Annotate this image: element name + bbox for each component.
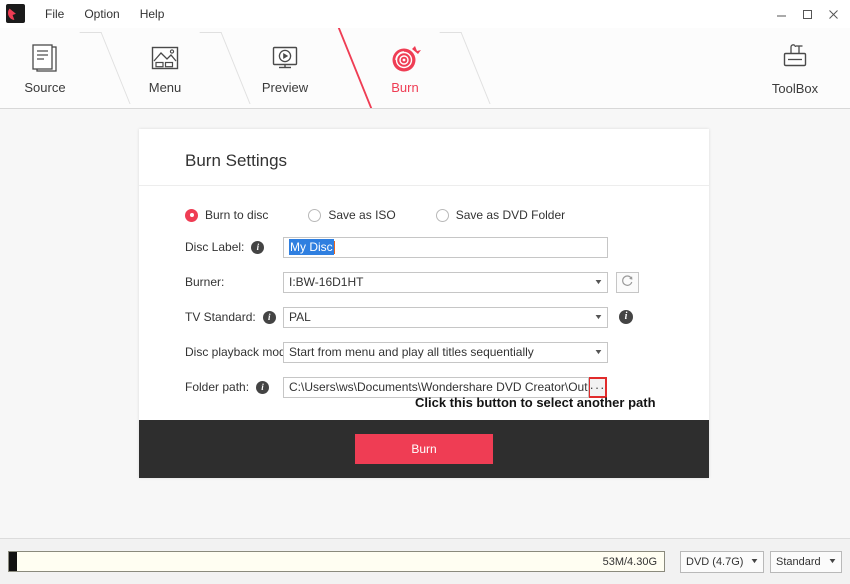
step-menu-label: Menu [148, 80, 182, 95]
chevron-down-icon: ▼ [750, 558, 760, 565]
burning-disc-icon [388, 41, 422, 75]
chevron-down-icon: ▼ [593, 313, 604, 321]
chevron-down-icon: ▼ [827, 558, 838, 565]
radio-save-as-iso[interactable]: Save as ISO [308, 208, 396, 222]
quality-value: Standard [776, 555, 821, 568]
radio-burn-to-disc-label: Burn to disc [205, 208, 269, 222]
toolbox-label: ToolBox [771, 81, 819, 96]
maximize-icon[interactable] [794, 2, 820, 26]
radio-save-as-iso-label: Save as ISO [328, 208, 396, 222]
disc-type-value: DVD (4.7G) [686, 555, 744, 568]
step-preview-label: Preview [261, 80, 309, 95]
burner-label-group: Burner: [185, 275, 283, 289]
radio-save-as-dvd-folder-label: Save as DVD Folder [455, 208, 566, 222]
toolbox-icon [778, 40, 812, 75]
settings-form: Burn to disc Save as ISO Save as DVD Fol… [139, 186, 709, 420]
disc-label-input[interactable]: My Disc [283, 236, 608, 258]
burner-select[interactable]: I:BW-16D1HT ▼ [283, 271, 608, 293]
disc-type-select[interactable]: DVD (4.7G) ▼ [680, 550, 764, 573]
annotation-text: Click this button to select another path [415, 395, 656, 410]
menu-help[interactable]: Help [130, 4, 175, 24]
chevron-down-icon: ▼ [593, 348, 604, 356]
step-separator-4 [450, 28, 480, 108]
toolbox-button[interactable]: ToolBox [752, 28, 838, 108]
output-mode-group: Burn to disc Save as ISO Save as DVD Fol… [139, 202, 709, 236]
step-separator-3-active [330, 28, 360, 108]
info-icon[interactable]: i [256, 380, 270, 394]
card-footer: Burn [139, 420, 709, 478]
step-burn-label: Burn [391, 80, 419, 95]
tv-standard-select[interactable]: PAL ▼ [283, 306, 608, 328]
step-preview[interactable]: Preview [240, 28, 330, 108]
burner-label: Burner: [185, 275, 225, 289]
playback-mode-select[interactable]: Start from menu and play all titles sequ… [283, 341, 608, 363]
tv-standard-label: TV Standard: [185, 310, 256, 324]
info-icon[interactable]: i [262, 310, 276, 324]
step-list: Source Menu Preview Burn [0, 28, 480, 108]
chevron-down-icon: ▼ [593, 278, 604, 286]
step-ribbon: Source Menu Preview Burn ToolBox [0, 28, 850, 109]
menu-file[interactable]: File [35, 4, 74, 24]
radio-dot-icon [308, 208, 322, 222]
capacity-used-fill [9, 552, 17, 571]
row-playback-mode: Disc playback mode: Start from menu and … [139, 341, 709, 363]
tv-standard-label-group: TV Standard: i [185, 310, 283, 324]
app-logo-icon [6, 4, 25, 23]
status-bar: 53M/4.30G DVD (4.7G) ▼ Standard ▼ [0, 539, 850, 584]
page-title: Burn Settings [139, 129, 709, 186]
radio-dot-icon [185, 208, 198, 222]
burn-settings-card: Burn Settings Burn to disc Save as ISO S… [139, 129, 709, 478]
step-separator-2 [210, 28, 240, 108]
step-source[interactable]: Source [0, 28, 90, 108]
burner-value: I:BW-16D1HT [289, 275, 364, 289]
folder-path-label: Folder path: [185, 380, 250, 394]
radio-save-as-dvd-folder[interactable]: Save as DVD Folder [435, 208, 566, 222]
radio-dot-icon [435, 208, 449, 222]
row-burner: Burner: I:BW-16D1HT ▼ [139, 271, 709, 293]
step-burn[interactable]: Burn [360, 28, 450, 108]
tv-standard-value: PAL [289, 310, 311, 324]
playback-mode-value: Start from menu and play all titles sequ… [289, 345, 534, 359]
quality-select[interactable]: Standard ▼ [770, 550, 842, 573]
step-separator-1 [90, 28, 120, 108]
step-source-label: Source [24, 80, 66, 95]
playback-mode-label-group: Disc playback mode: [185, 345, 296, 359]
disc-label-label-group: Disc Label: i [185, 240, 283, 254]
disc-label-value: My Disc [289, 239, 334, 255]
tv-standard-help-icon[interactable]: i [619, 310, 633, 324]
capacity-text: 53M/4.30G [602, 555, 657, 568]
radio-burn-to-disc[interactable]: Burn to disc [185, 208, 268, 222]
disc-capacity-bar: 53M/4.30G [8, 551, 665, 572]
close-icon[interactable] [820, 2, 846, 26]
minimize-icon[interactable] [768, 2, 794, 26]
folder-path-label-group: Folder path: i [185, 380, 283, 394]
playback-mode-label: Disc playback mode: [185, 345, 296, 359]
step-menu[interactable]: Menu [120, 28, 210, 108]
burn-button[interactable]: Burn [355, 434, 493, 464]
main-content-area: Burn Settings Burn to disc Save as ISO S… [0, 109, 850, 539]
refresh-icon [621, 274, 634, 290]
row-tv-standard: TV Standard: i PAL ▼ i [139, 306, 709, 328]
refresh-burner-button[interactable] [616, 271, 639, 293]
image-template-icon [148, 41, 182, 75]
row-disc-label: Disc Label: i My Disc [139, 236, 709, 258]
text-caret [333, 240, 335, 254]
document-stack-icon [28, 41, 62, 75]
window-controls [768, 0, 846, 28]
info-icon[interactable]: i [251, 240, 265, 254]
monitor-play-icon [268, 41, 302, 75]
disc-label-label: Disc Label: [185, 240, 245, 254]
title-bar: File Option Help [0, 0, 850, 28]
menu-option[interactable]: Option [74, 4, 129, 24]
folder-path-value: C:\Users\ws\Documents\Wondershare DVD Cr… [289, 380, 588, 394]
